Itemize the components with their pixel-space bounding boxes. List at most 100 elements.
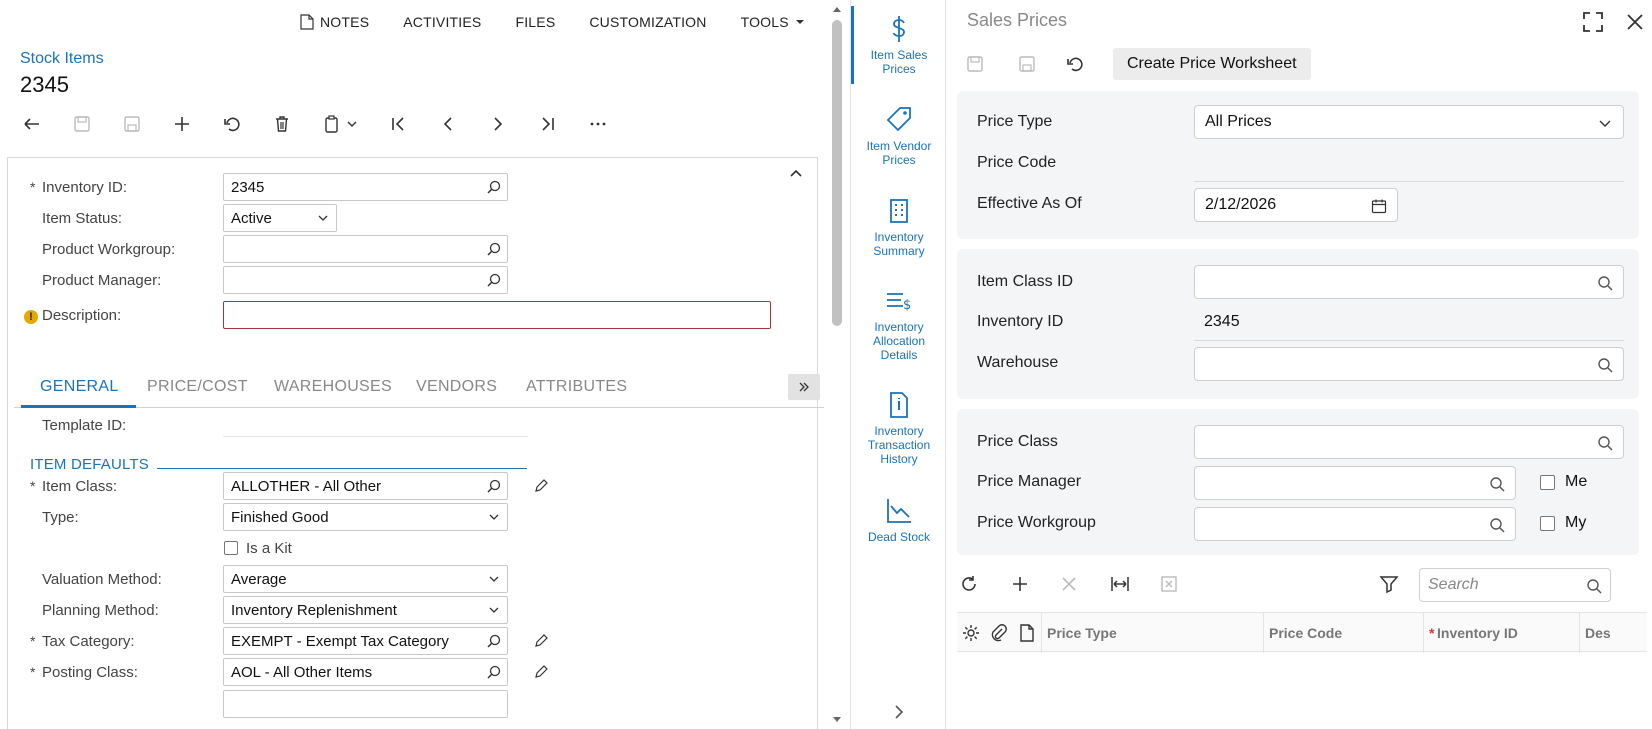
planning-method-select[interactable]: Inventory Replenishment [223,596,508,624]
next-record-button[interactable] [484,110,512,138]
tab-vendors[interactable]: VENDORS [416,378,497,396]
paperclip-icon[interactable] [989,623,1009,643]
search-icon[interactable] [487,665,501,679]
sidebar-item-inventory-transaction[interactable]: Inventory Transaction History [851,390,947,466]
item-class-row: * Item Class: ALLOTHER - All Other [8,472,808,500]
close-icon[interactable] [1623,10,1647,34]
scrollbar-thumb[interactable] [832,20,842,326]
item-class-input[interactable]: ALLOTHER - All Other [223,472,508,500]
description-input[interactable] [223,301,771,329]
files-menu-item[interactable]: FILES [515,14,555,30]
refresh-button[interactable] [957,572,981,596]
posting-class-input[interactable]: AOL - All Other Items [223,658,508,686]
search-icon[interactable] [487,634,501,648]
edit-pencil-icon[interactable] [533,633,549,649]
first-record-button[interactable] [384,110,412,138]
activities-menu-item[interactable]: ACTIVITIES [403,14,481,30]
maximize-icon[interactable] [1581,10,1605,34]
search-icon[interactable] [1586,578,1602,594]
search-icon[interactable] [487,273,501,287]
grid-search-input[interactable]: Search [1419,568,1611,602]
save-close-button[interactable] [68,110,96,138]
tab-price-cost[interactable]: PRICE/COST [147,378,248,396]
undo-button[interactable] [218,110,246,138]
fit-columns-button[interactable] [1108,572,1132,596]
search-icon[interactable] [487,242,501,256]
price-manager-input[interactable] [1194,466,1516,500]
search-icon[interactable] [1597,357,1613,373]
product-workgroup-input[interactable] [223,235,508,263]
column-header-inventory-id[interactable]: Inventory ID [1437,625,1518,641]
search-icon[interactable] [1597,435,1613,451]
note-document-icon[interactable] [1017,623,1037,643]
left-pane-scrollbar[interactable] [830,0,844,729]
column-header-description[interactable]: Des [1585,625,1611,641]
type-select[interactable]: Finished Good [223,503,508,531]
scroll-up-icon[interactable] [832,4,842,14]
edit-pencil-icon[interactable] [533,478,549,494]
search-icon[interactable] [1597,275,1613,291]
effective-date-input[interactable]: 2/12/2026 [1194,188,1398,222]
sidebar-item-vendor-prices[interactable]: Item Vendor Prices [851,105,947,167]
column-header-price-type[interactable]: Price Type [1047,625,1117,641]
inventory-id-field[interactable] [1194,340,1624,341]
customization-menu-item[interactable]: CUSTOMIZATION [589,14,706,30]
gear-icon[interactable] [961,623,981,643]
warehouse-input[interactable] [1194,347,1624,381]
is-kit-checkbox[interactable] [224,541,238,555]
sidebar-item-inventory-summary[interactable]: Inventory Summary [851,196,947,258]
chevron-right-icon[interactable] [891,704,907,720]
add-button[interactable] [168,110,196,138]
type-value: Finished Good [231,509,329,526]
tab-attributes[interactable]: ATTRIBUTES [526,378,627,396]
add-row-button[interactable] [1008,572,1032,596]
tab-warehouses[interactable]: WAREHOUSES [274,378,392,396]
previous-record-button[interactable] [434,110,462,138]
required-marker: * [30,664,36,680]
save-button[interactable] [118,110,146,138]
column-header-price-code[interactable]: Price Code [1269,625,1342,641]
price-class-input[interactable] [1194,425,1624,459]
undo-icon[interactable] [1065,54,1085,74]
item-class-id-input[interactable] [1194,265,1624,299]
sidebar-item-inventory-allocation[interactable]: $ Inventory Allocation Details [851,286,947,362]
more-actions-button[interactable] [584,110,612,138]
valuation-method-select[interactable]: Average [223,565,508,593]
partial-input[interactable] [223,690,508,718]
breadcrumb[interactable]: Stock Items [20,50,104,68]
item-status-select[interactable]: Active [223,204,337,232]
price-type-select[interactable]: All Prices [1194,105,1624,139]
delete-button[interactable] [268,110,296,138]
tools-menu-item[interactable]: TOOLS [741,14,805,30]
my-checkbox[interactable] [1540,516,1555,531]
tab-general[interactable]: GENERAL [40,378,119,396]
create-price-worksheet-button[interactable]: Create Price Worksheet [1113,48,1311,80]
more-tabs-button[interactable] [788,374,820,400]
search-icon[interactable] [487,479,501,493]
inventory-id-input[interactable]: 2345 [223,173,508,201]
price-code-field[interactable] [1194,181,1624,182]
last-record-button[interactable] [534,110,562,138]
delete-row-button[interactable] [1057,572,1081,596]
save-close-icon[interactable] [965,54,985,74]
tax-category-input[interactable]: EXEMPT - Exempt Tax Category [223,627,508,655]
calendar-icon[interactable] [1371,198,1387,214]
search-icon[interactable] [487,180,501,194]
price-workgroup-input[interactable] [1194,507,1516,541]
export-excel-button[interactable] [1157,572,1181,596]
search-icon[interactable] [1489,517,1505,533]
product-manager-input[interactable] [223,266,508,294]
scroll-down-icon[interactable] [832,715,842,725]
sidebar-item-dead-stock[interactable]: Dead Stock [851,496,947,544]
filter-button[interactable] [1377,572,1401,596]
search-icon[interactable] [1489,476,1505,492]
notes-menu-item[interactable]: NOTES [300,14,369,30]
sidebar-item-sales-prices[interactable]: Item Sales Prices [851,14,947,76]
me-checkbox[interactable] [1540,475,1555,490]
edit-pencil-icon[interactable] [533,664,549,680]
posting-class-label: Posting Class: [42,664,138,681]
save-icon[interactable] [1017,54,1037,74]
copy-paste-button[interactable] [318,110,362,138]
back-button[interactable] [18,110,46,138]
template-id-field[interactable] [223,436,528,437]
